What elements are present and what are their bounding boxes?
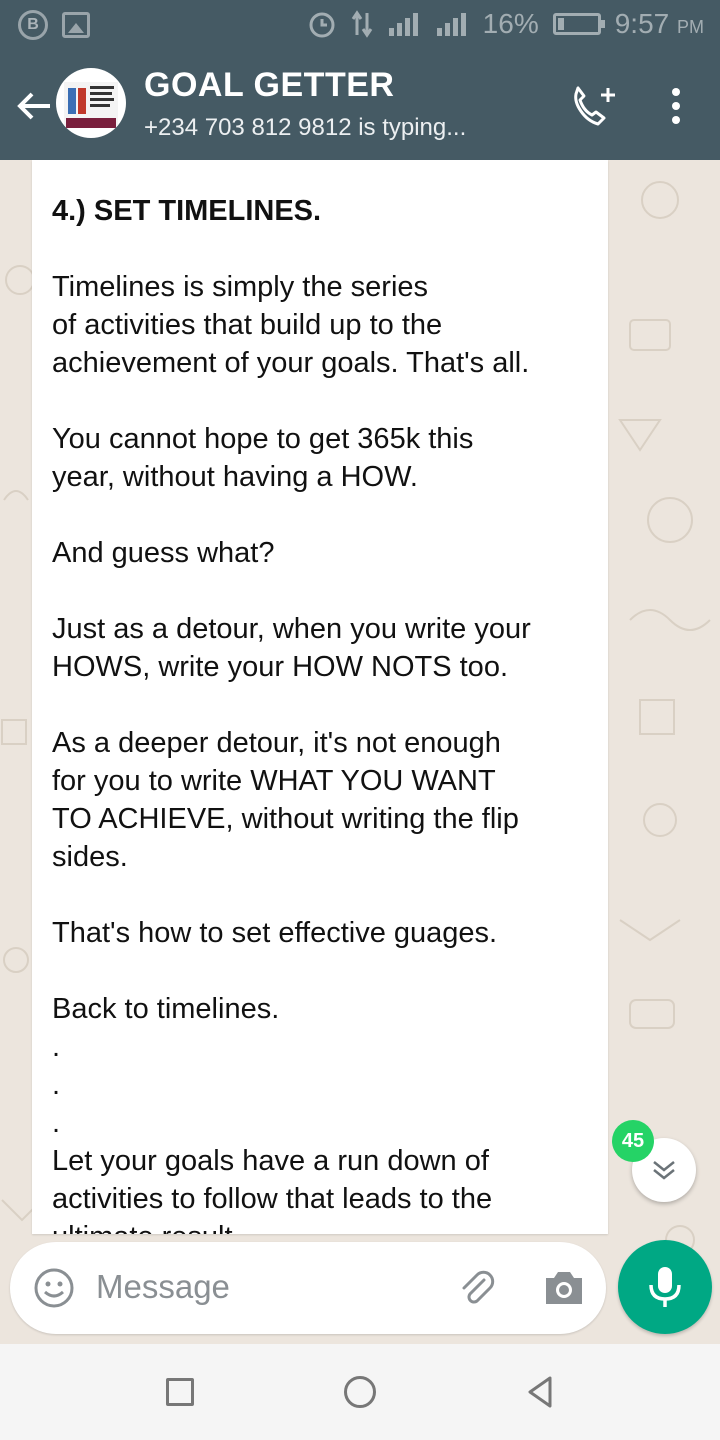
message-bubble[interactable]: 4.) SET TIMELINES. Timelines is simply t…	[32, 160, 608, 1234]
voice-record-button[interactable]	[618, 1240, 712, 1334]
message-heading: 4.) SET TIMELINES.	[52, 195, 322, 227]
data-transfer-icon	[351, 10, 372, 38]
clock: 9:57 PM	[614, 8, 704, 39]
app-header: B 16% 9:57 PM GOAL GETTER +234 703 812 9…	[0, 0, 720, 160]
battery-icon	[552, 13, 605, 35]
battery-percent: 16%	[482, 8, 539, 39]
signal-icon-2	[436, 13, 466, 36]
emoji-icon[interactable]	[32, 1266, 76, 1310]
status-bar: B 16% 9:57 PM	[0, 0, 720, 50]
add-call-icon[interactable]	[566, 84, 620, 130]
signal-icon	[388, 13, 418, 36]
image-notification-icon	[62, 12, 90, 38]
system-nav-bar	[0, 1344, 720, 1440]
message-text: 4.) SET TIMELINES. Timelines is simply t…	[52, 192, 597, 1234]
message-input[interactable]: Message	[96, 1268, 230, 1306]
more-vert-icon[interactable]	[662, 84, 690, 128]
attach-icon[interactable]	[454, 1266, 498, 1310]
home-button[interactable]	[344, 1376, 376, 1408]
chat-area[interactable]: 4.) SET TIMELINES. Timelines is simply t…	[0, 160, 720, 1344]
typing-status: +234 703 812 9812 is typing...	[144, 114, 467, 141]
chat-title[interactable]: GOAL GETTER	[144, 66, 394, 105]
mic-icon	[649, 1267, 681, 1307]
chevron-down-icon	[653, 1161, 675, 1180]
back-arrow-icon[interactable]	[14, 86, 54, 126]
message-body: Timelines is simply the series of activi…	[52, 271, 531, 1234]
recent-apps-button[interactable]	[166, 1378, 194, 1406]
notification-b-icon: B	[18, 10, 48, 40]
nav-back-icon[interactable]	[524, 1374, 556, 1410]
camera-icon[interactable]	[542, 1268, 586, 1308]
unread-count-badge: 45	[612, 1120, 654, 1162]
message-composer[interactable]: Message	[10, 1242, 606, 1334]
group-avatar[interactable]	[56, 68, 126, 138]
alarm-icon	[309, 12, 335, 38]
